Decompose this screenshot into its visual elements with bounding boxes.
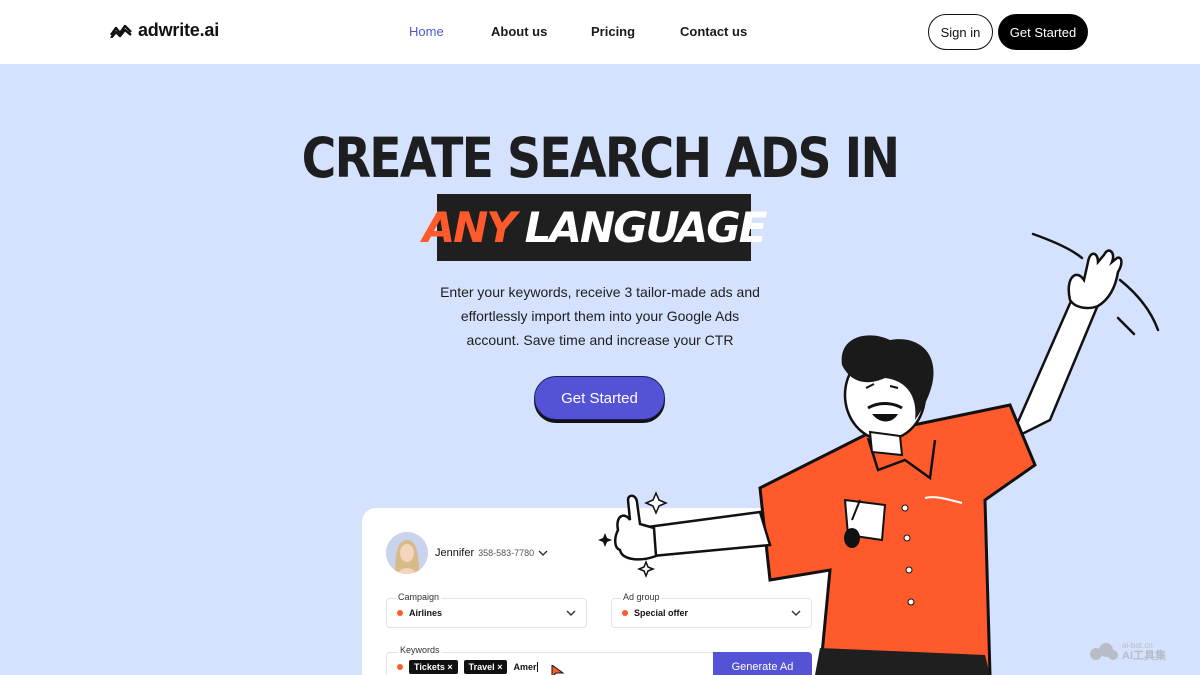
hero-title: CREATE SEARCH ADS IN bbox=[301, 126, 901, 190]
waving-man-illustration bbox=[598, 232, 1160, 675]
nav-link-about[interactable]: About us bbox=[491, 24, 547, 39]
status-dot bbox=[397, 610, 403, 616]
chevron-down-icon bbox=[566, 610, 576, 616]
keyword-tag[interactable]: Travel × bbox=[463, 660, 508, 674]
nav-get-started-button[interactable]: Get Started bbox=[998, 14, 1088, 50]
avatar bbox=[386, 532, 428, 574]
top-navbar: adwrite.ai Home About us Pricing Contact… bbox=[0, 0, 1200, 64]
account-selector[interactable]: Jennifer 358-583-7780 bbox=[435, 547, 548, 559]
user-name: Jennifer bbox=[435, 547, 475, 559]
tag-remove-icon[interactable]: × bbox=[447, 662, 452, 672]
brand-logo[interactable]: adwrite.ai bbox=[110, 20, 219, 41]
campaign-value: Airlines bbox=[409, 608, 443, 618]
status-dot bbox=[397, 664, 403, 670]
user-phone: 358-583-7780 bbox=[478, 548, 535, 558]
cursor-icon bbox=[551, 665, 565, 675]
nav-link-contact[interactable]: Contact us bbox=[680, 24, 747, 39]
watermark-logo-icon bbox=[1090, 643, 1118, 660]
brand-name: adwrite.ai bbox=[138, 20, 220, 40]
keywords-label: Keywords bbox=[398, 645, 442, 655]
avatar-portrait-icon bbox=[386, 532, 428, 574]
hero-highlight-accent: ANY bbox=[422, 203, 517, 252]
watermark: ai-bot.cn AI工具集 bbox=[1088, 640, 1166, 662]
nav-link-home[interactable]: Home bbox=[409, 24, 444, 39]
tag-remove-icon[interactable]: × bbox=[497, 662, 502, 672]
campaign-label: Campaign bbox=[396, 592, 442, 602]
keyword-tag[interactable]: Tickets × bbox=[409, 660, 458, 674]
nav-link-pricing[interactable]: Pricing bbox=[591, 24, 635, 39]
watermark-title: AI工具集 bbox=[1122, 650, 1166, 662]
logo-mark-icon bbox=[110, 24, 132, 38]
sign-in-button[interactable]: Sign in bbox=[928, 14, 993, 50]
keywords-typed-text: Amer bbox=[513, 662, 539, 672]
chevron-down-icon bbox=[538, 550, 548, 556]
campaign-select[interactable]: Airlines bbox=[386, 598, 587, 628]
